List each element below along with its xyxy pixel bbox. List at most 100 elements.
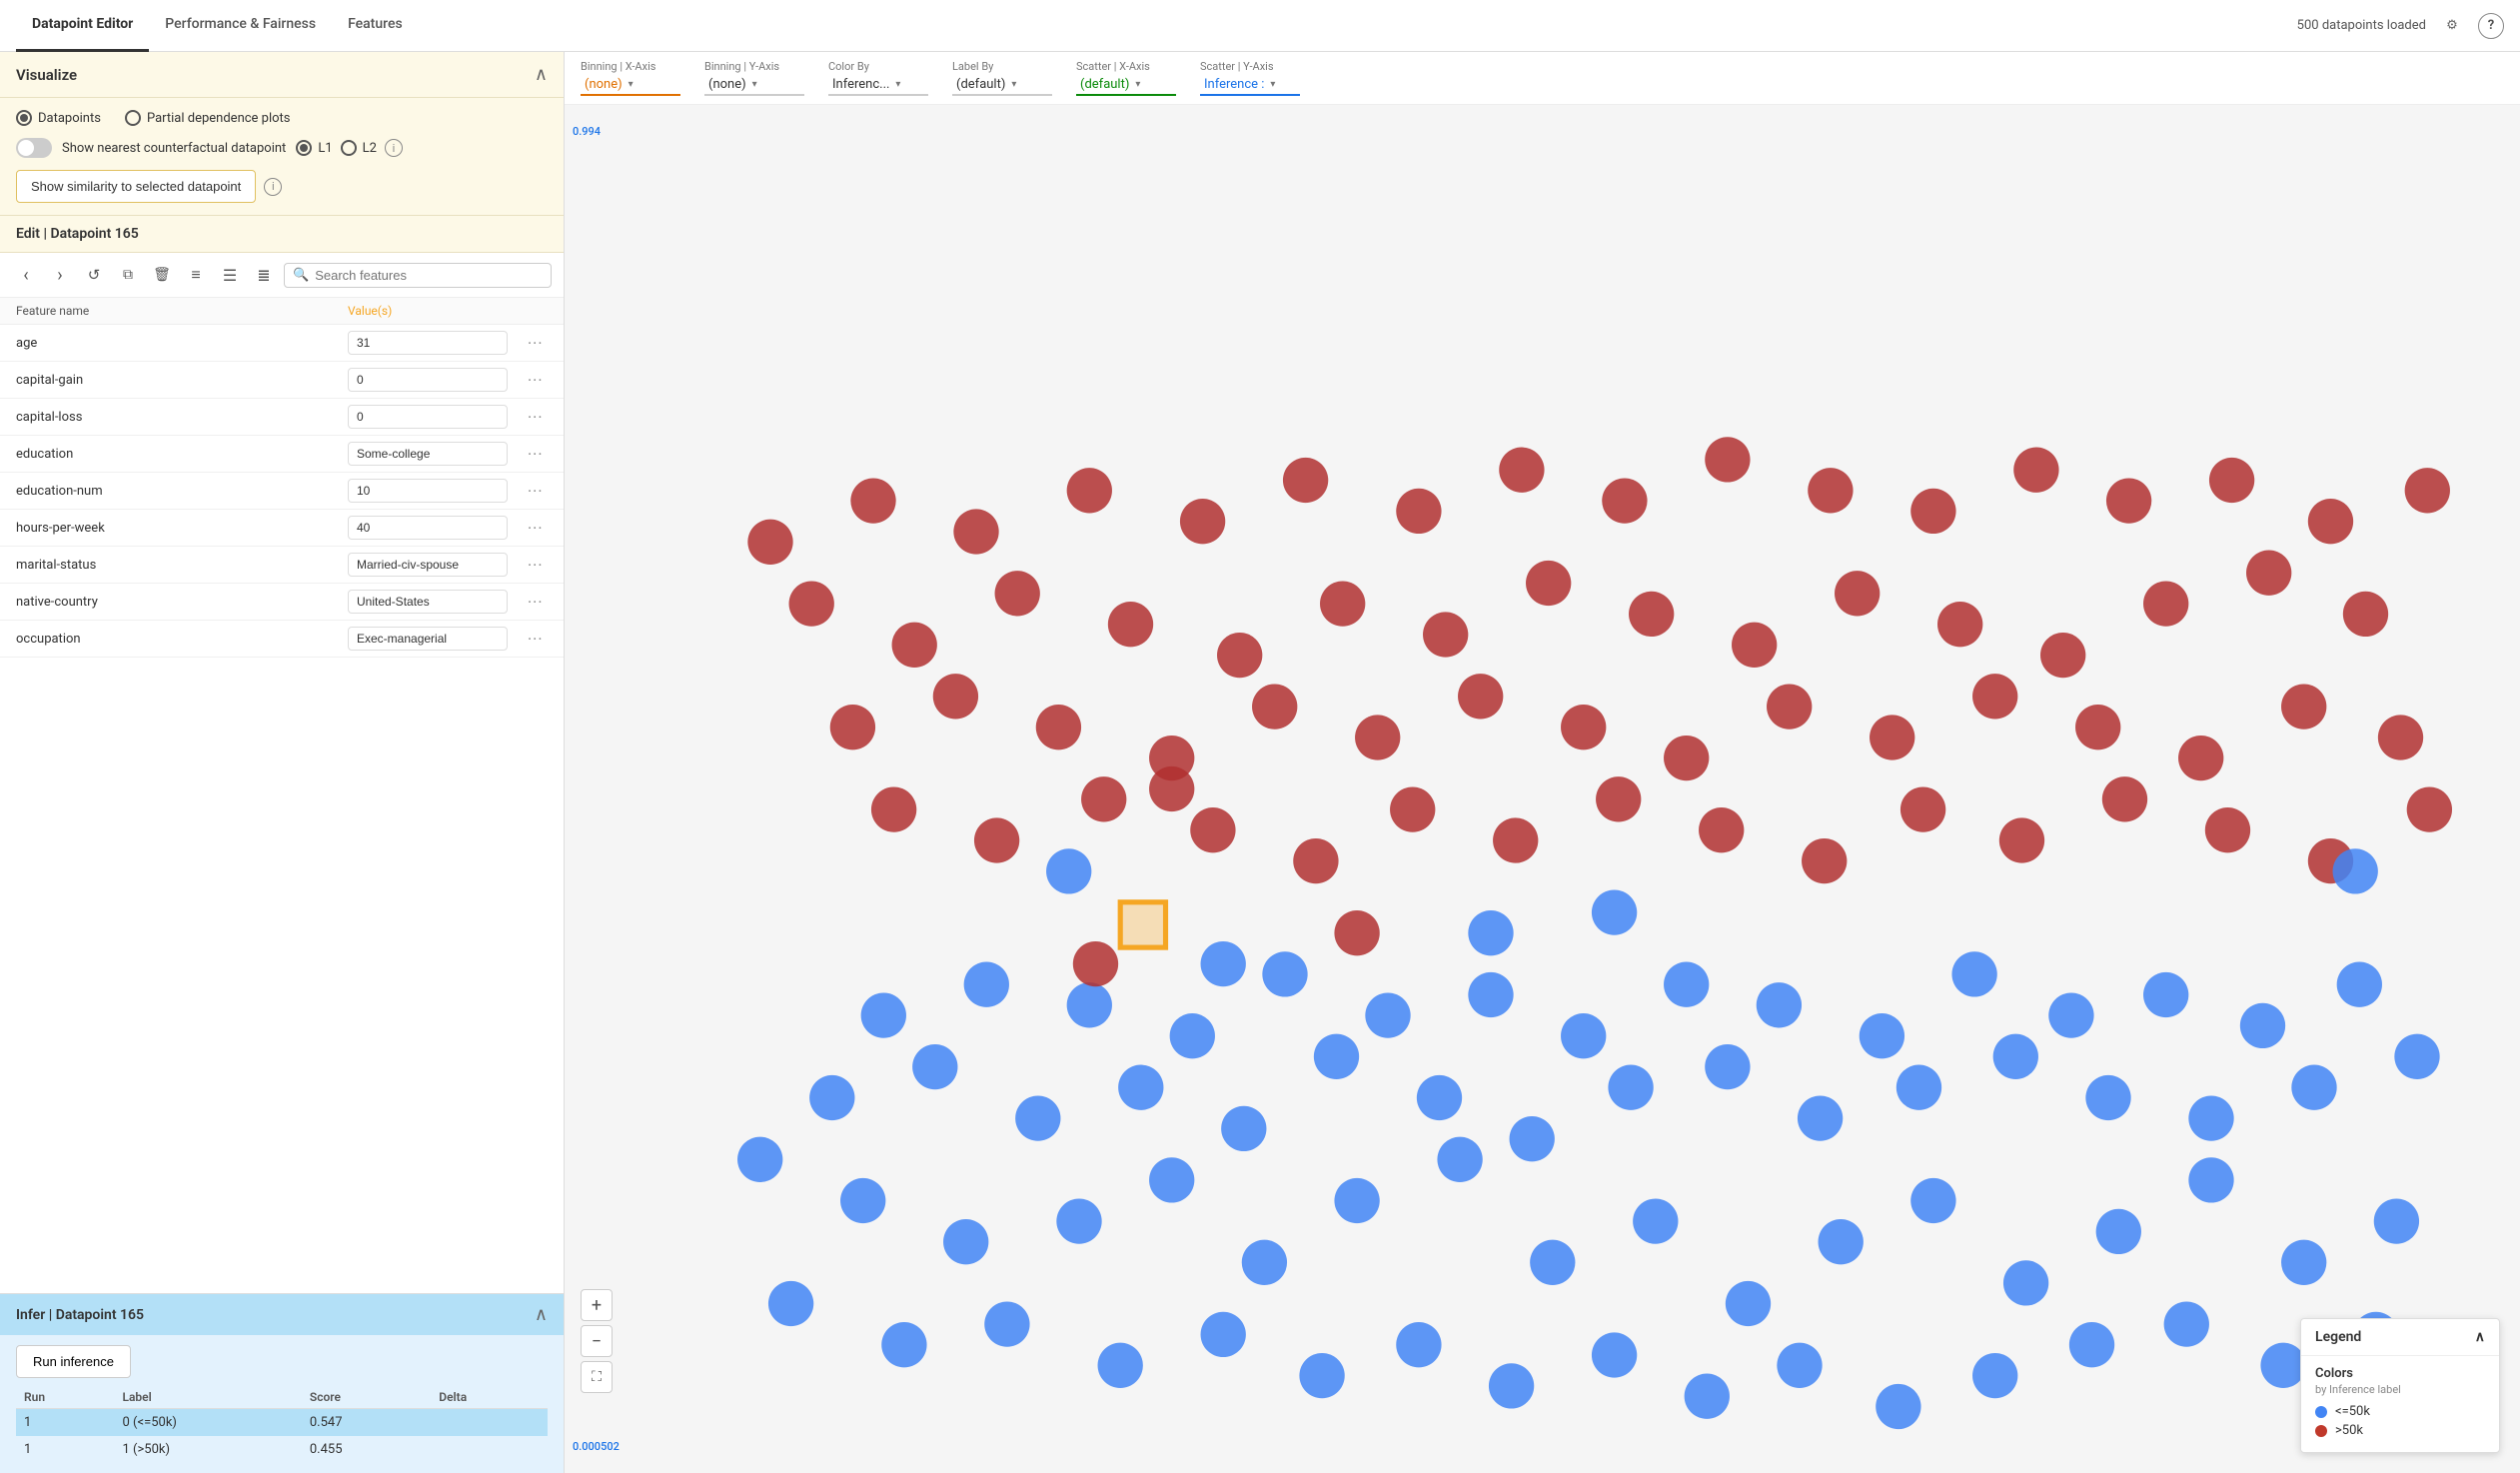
feature-row: capital-loss ···	[0, 399, 564, 436]
next-button[interactable]: ›	[46, 261, 74, 289]
feature-value-input[interactable]	[348, 368, 508, 392]
settings-icon[interactable]: ⚙	[2438, 12, 2466, 40]
infer-cell: 0.455	[302, 1436, 431, 1463]
scatter-x-label: Scatter | X-Axis	[1076, 60, 1176, 73]
run-inference-button[interactable]: Run inference	[16, 1345, 131, 1378]
radio-partial-dependence[interactable]: Partial dependence plots	[125, 110, 291, 126]
feature-name: education-num	[16, 484, 348, 499]
more-options-button[interactable]: ···	[528, 371, 548, 390]
infer-table-row: 11 (>50k)0.455	[16, 1436, 548, 1463]
zoom-out-button[interactable]: −	[581, 1325, 613, 1357]
zoom-fit-button[interactable]: ⛶	[581, 1361, 613, 1393]
binning-y-value[interactable]: (none) ▾	[704, 75, 804, 96]
feature-name: capital-gain	[16, 373, 348, 388]
datapoints-loaded-label: 500 datapoints loaded	[2297, 18, 2426, 33]
feature-name: education	[16, 447, 348, 462]
infer-header-row: RunLabelScoreDelta	[16, 1386, 548, 1409]
legend-collapse-icon[interactable]: ∧	[2475, 1329, 2485, 1345]
counterfactual-toggle[interactable]	[16, 138, 52, 158]
binning-y-dropdown[interactable]: Binning | Y-Axis (none) ▾	[704, 60, 804, 96]
more-options-button[interactable]: ···	[528, 408, 548, 427]
help-icon[interactable]: ?	[2478, 13, 2504, 39]
feature-row: capital-gain ···	[0, 362, 564, 399]
feature-value-input[interactable]	[348, 405, 508, 429]
tab-performance-fairness[interactable]: Performance & Fairness	[149, 0, 332, 52]
color-by-value[interactable]: Inferenc... ▾	[828, 75, 928, 96]
feature-value-input[interactable]	[348, 590, 508, 614]
legend-panel: Legend ∧ Colors by Inference label <=50k…	[2300, 1318, 2500, 1453]
legend-label-red: >50k	[2335, 1423, 2363, 1438]
delete-button[interactable]: 🗑	[148, 261, 176, 289]
main-layout: Visualize ∧ Datapoints Partial dependenc…	[0, 52, 2520, 1473]
l2-label: L2	[363, 141, 377, 156]
feature-value-input[interactable]	[348, 516, 508, 540]
legend-label-blue: <=50k	[2335, 1404, 2370, 1419]
legend-dot-blue	[2315, 1406, 2327, 1418]
radio-l1[interactable]: L1	[296, 140, 332, 156]
counterfactual-label: Show nearest counterfactual datapoint	[62, 141, 286, 156]
feature-name: occupation	[16, 632, 348, 647]
scatter-y-value[interactable]: Inference : ▾	[1200, 75, 1300, 96]
feature-name: capital-loss	[16, 410, 348, 425]
history-button[interactable]: ↺	[80, 261, 108, 289]
feature-value-input[interactable]	[348, 331, 508, 355]
search-input[interactable]	[315, 268, 543, 283]
toggle-knob	[18, 140, 34, 156]
scatter-plot[interactable]	[565, 105, 2520, 1473]
more-options-button[interactable]: ···	[528, 482, 548, 501]
feature-row: hours-per-week ···	[0, 510, 564, 547]
l1-label: L1	[318, 141, 332, 156]
infer-cell: 1 (>50k)	[114, 1436, 301, 1463]
col-values: Value(s)	[348, 304, 528, 318]
list3-button[interactable]: ≣	[250, 261, 278, 289]
list2-button[interactable]: ☰	[216, 261, 244, 289]
prev-button[interactable]: ‹	[12, 261, 40, 289]
y-axis-bottom-label: 0.000502	[573, 1440, 620, 1453]
tab-datapoint-editor[interactable]: Datapoint Editor	[16, 0, 149, 52]
zoom-in-button[interactable]: +	[581, 1289, 613, 1321]
scatter-x-value[interactable]: (default) ▾	[1076, 75, 1176, 96]
feature-value-input[interactable]	[348, 553, 508, 577]
similarity-info-icon[interactable]: i	[264, 178, 282, 196]
color-by-dropdown[interactable]: Color By Inferenc... ▾	[828, 60, 928, 96]
scatter-x-chevron: ▾	[1135, 79, 1140, 90]
l-options: L1 L2 i	[296, 139, 403, 157]
more-options-button[interactable]: ···	[528, 593, 548, 612]
label-by-dropdown[interactable]: Label By (default) ▾	[952, 60, 1052, 96]
scatter-x-dropdown[interactable]: Scatter | X-Axis (default) ▾	[1076, 60, 1176, 96]
radio-l2[interactable]: L2	[341, 140, 377, 156]
legend-title: Legend	[2315, 1329, 2361, 1345]
scatter-container[interactable]: 0.994 0.000502	[565, 105, 2520, 1473]
feature-value-input[interactable]	[348, 442, 508, 466]
radio-l2-circle	[341, 140, 357, 156]
binning-x-value[interactable]: (none) ▾	[581, 75, 680, 96]
label-by-value[interactable]: (default) ▾	[952, 75, 1052, 96]
legend-dot-red	[2315, 1425, 2327, 1437]
feature-value-input[interactable]	[348, 627, 508, 651]
more-options-button[interactable]: ···	[528, 556, 548, 575]
zoom-controls: + − ⛶	[581, 1289, 613, 1393]
viz-toolbar: Binning | X-Axis (none) ▾ Binning | Y-Ax…	[565, 52, 2520, 105]
visualize-collapse-btn[interactable]: ∧	[535, 64, 548, 85]
more-options-button[interactable]: ···	[528, 334, 548, 353]
scatter-y-dropdown[interactable]: Scatter | Y-Axis Inference : ▾	[1200, 60, 1300, 96]
search-box: 🔍	[284, 263, 552, 288]
more-options-button[interactable]: ···	[528, 445, 548, 464]
more-options-button[interactable]: ···	[528, 630, 548, 649]
copy-button[interactable]: ⧉	[114, 261, 142, 289]
feature-name: marital-status	[16, 558, 348, 573]
visualize-title: Visualize	[16, 66, 77, 84]
more-options-button[interactable]: ···	[528, 519, 548, 538]
infer-cell: 0 (<=50k)	[114, 1409, 301, 1437]
l-info-icon[interactable]: i	[385, 139, 403, 157]
binning-x-dropdown[interactable]: Binning | X-Axis (none) ▾	[581, 60, 680, 96]
tab-features[interactable]: Features	[332, 0, 419, 52]
scatter-y-label: Scatter | Y-Axis	[1200, 60, 1300, 73]
feature-row: native-country ···	[0, 584, 564, 621]
list1-button[interactable]: ≡	[182, 261, 210, 289]
similarity-button[interactable]: Show similarity to selected datapoint	[16, 170, 256, 203]
feature-value-input[interactable]	[348, 479, 508, 503]
search-icon: 🔍	[293, 268, 309, 283]
infer-collapse-btn[interactable]: ∧	[535, 1304, 548, 1325]
radio-datapoints[interactable]: Datapoints	[16, 110, 101, 126]
